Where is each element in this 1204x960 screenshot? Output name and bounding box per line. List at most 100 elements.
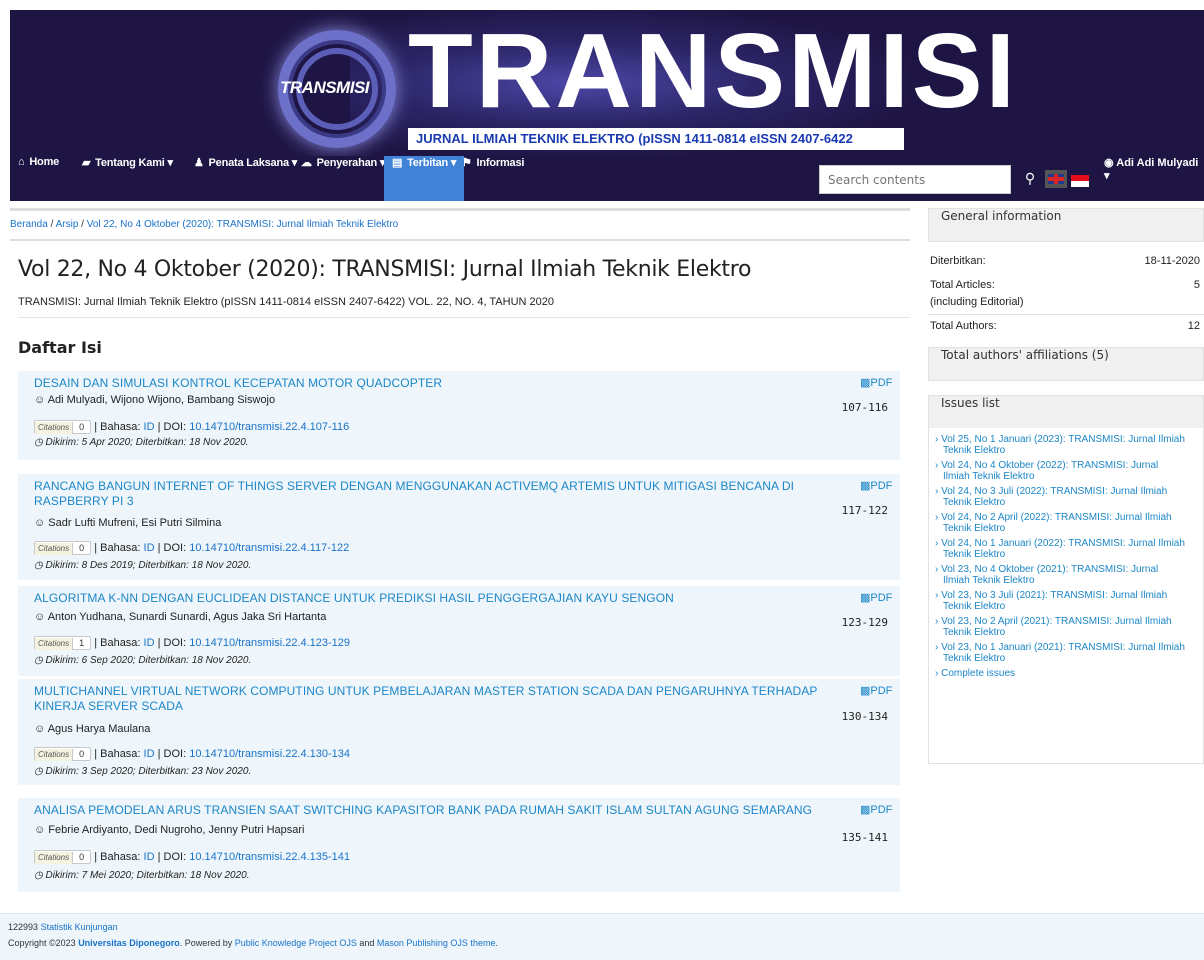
issue-link[interactable]: › Vol 23, No 2 April (2021): TRANSMISI: … — [935, 616, 1185, 638]
nav-editorial[interactable]: ♟ Penata Laksana ▾ — [194, 156, 297, 201]
citations-badge[interactable]: Citations 0 — [34, 541, 92, 555]
user-circle-icon: ◉ — [1104, 157, 1114, 169]
theme-link[interactable]: Mason Publishing OJS theme — [377, 938, 496, 948]
nav-issues[interactable]: ▤ Terbitan ▾ — [384, 156, 465, 201]
article-dates-text: Dikirim: 7 Mei 2020; Diterbitkan: 18 Nov… — [45, 870, 250, 881]
citations-count: 0 — [79, 422, 85, 432]
pdf-link[interactable]: ▩PDF — [860, 479, 892, 492]
pdf-link[interactable]: ▩PDF — [860, 684, 892, 697]
article-item: ALGORITMA K-NN DENGAN EUCLIDEAN DISTANCE… — [18, 586, 900, 676]
breadcrumb-home[interactable]: Beranda — [10, 219, 48, 230]
issue-link[interactable]: › Vol 25, No 1 Januari (2023): TRANSMISI… — [935, 434, 1185, 456]
pdf-icon: ▩ — [860, 685, 871, 697]
english-flag-icon[interactable] — [1045, 170, 1067, 188]
search-icon[interactable]: ⚲ — [1019, 165, 1041, 193]
doi-link[interactable]: 10.14710/transmisi.22.4.123-129 — [189, 637, 350, 649]
issue-link[interactable]: › Vol 23, No 4 Oktober (2021): TRANSMISI… — [935, 564, 1185, 586]
doi-label: | DOI: — [157, 850, 187, 863]
pdf-icon: ▩ — [860, 804, 871, 816]
article-dates: ◷ Dikirim: 3 Sep 2020; Diterbitkan: 23 N… — [34, 766, 251, 777]
article-pages: 123-129 — [841, 616, 888, 629]
pdf-label: PDF — [870, 685, 893, 697]
complete-issues-link[interactable]: › Complete issues — [935, 668, 1185, 679]
article-dates-text: Dikirim: 6 Sep 2020; Diterbitkan: 18 Nov… — [45, 655, 252, 666]
stats-link[interactable]: Statistik Kunjungan — [41, 922, 118, 932]
pdf-link[interactable]: ▩PDF — [860, 803, 892, 816]
language-link[interactable]: ID — [144, 748, 155, 760]
language-label: | Bahasa: — [94, 747, 141, 760]
indonesia-flag-icon[interactable] — [1071, 175, 1089, 187]
issue-link[interactable]: › Vol 24, No 1 Januari (2022): TRANSMISI… — [935, 538, 1185, 560]
pdf-link[interactable]: ▩PDF — [860, 591, 892, 604]
affiliations-heading: Total authors' affiliations (5) — [929, 348, 1203, 380]
banner-subtitle: JURNAL ILMIAH TEKNIK ELEKTRO (pISSN 1411… — [408, 128, 904, 150]
pkp-link[interactable]: Public Knowledge Project OJS — [235, 938, 357, 948]
doi-link[interactable]: 10.14710/transmisi.22.4.130-134 — [189, 748, 350, 760]
clock-icon: ◷ — [34, 655, 43, 666]
article-authors-text: Febrie Ardiyanto, Dedi Nugroho, Jenny Pu… — [48, 824, 305, 836]
doi-link[interactable]: 10.14710/transmisi.22.4.117-122 — [189, 542, 349, 554]
user-icon: ♟ — [194, 157, 204, 169]
citations-badge[interactable]: Citations 0 — [34, 850, 92, 864]
issue-link[interactable]: › Vol 23, No 1 Januari (2021): TRANSMISI… — [935, 642, 1185, 664]
home-icon: ⌂ — [18, 156, 25, 168]
issues-list-heading: Issues list — [929, 396, 1203, 428]
main-navbar: ⌂ Home ▰ Tentang Kami ▾ ♟ Penata Laksana… — [10, 156, 1204, 201]
citations-badge[interactable]: Citations 0 — [34, 747, 92, 761]
article-title[interactable]: ANALISA PEMODELAN ARUS TRANSIEN SAAT SWI… — [34, 803, 824, 818]
nav-about-label: Tentang Kami — [95, 157, 165, 169]
language-link[interactable]: ID — [144, 637, 155, 649]
article-authors: ☺ Sadr Lufti Mufreni, Esi Putri Silmina — [34, 517, 221, 529]
issue-link[interactable]: › Vol 23, No 3 Juli (2021): TRANSMISI: J… — [935, 590, 1185, 612]
citations-label: Citations — [35, 422, 74, 434]
citations-label: Citations — [35, 749, 74, 761]
citations-label: Citations — [35, 852, 74, 864]
nav-issues-label: Terbitan — [407, 157, 449, 169]
nav-home-label: Home — [29, 156, 60, 168]
doi-link[interactable]: 10.14710/transmisi.22.4.135-141 — [189, 851, 350, 863]
nav-about[interactable]: ▰ Tentang Kami ▾ — [82, 156, 173, 201]
affiliations-block[interactable]: Total authors' affiliations (5) — [928, 347, 1204, 381]
language-link[interactable]: ID — [144, 542, 155, 554]
journal-banner[interactable]: TRANSMISI TRANSMISI JURNAL ILMIAH TEKNIK… — [10, 10, 1204, 156]
pdf-label: PDF — [870, 377, 893, 389]
nav-info[interactable]: ⚑ Informasi — [462, 156, 524, 201]
university-link[interactable]: Universitas Diponegoro — [78, 938, 180, 948]
doi-link[interactable]: 10.14710/transmisi.22.4.107-116 — [189, 421, 349, 433]
total-articles-note: (including Editorial) — [930, 296, 1024, 308]
nav-home[interactable]: ⌂ Home — [18, 156, 59, 201]
citations-badge[interactable]: Citations 0 — [34, 420, 92, 434]
article-authors: ☺ Anton Yudhana, Sunardi Sunardi, Agus J… — [34, 611, 326, 623]
article-dates: ◷ Dikirim: 5 Apr 2020; Diterbitkan: 18 N… — [34, 437, 249, 448]
cloud-upload-icon: ☁ — [301, 157, 312, 169]
citations-badge[interactable]: Citations 1 — [34, 636, 92, 650]
pdf-icon: ▩ — [860, 480, 871, 492]
published-value: 18-11-2020 — [1144, 255, 1200, 267]
user-outline-icon: ☺ — [34, 611, 46, 623]
article-authors-text: Anton Yudhana, Sunardi Sunardi, Agus Jak… — [47, 611, 327, 623]
article-title[interactable]: RANCANG BANGUN INTERNET OF THINGS SERVER… — [34, 479, 824, 509]
copyright-prefix: Copyright ©2023 — [8, 938, 76, 948]
language-link[interactable]: ID — [144, 421, 155, 433]
powered-by-text: . Powered by — [179, 938, 233, 948]
caret-down-icon: ▾ — [291, 157, 298, 169]
clock-icon: ◷ — [34, 560, 43, 571]
pdf-icon: ▩ — [860, 592, 871, 604]
nav-submission[interactable]: ☁ Penyerahan ▾ — [301, 156, 385, 201]
article-title[interactable]: MULTICHANNEL VIRTUAL NETWORK COMPUTING U… — [34, 684, 824, 714]
breadcrumb-archive[interactable]: Arsip — [56, 219, 79, 230]
article-title[interactable]: DESAIN DAN SIMULASI KONTROL KECEPATAN MO… — [34, 376, 824, 391]
breadcrumb-current[interactable]: Vol 22, No 4 Oktober (2020): TRANSMISI: … — [87, 219, 398, 230]
language-link[interactable]: ID — [144, 851, 155, 863]
issue-link[interactable]: › Vol 24, No 3 Juli (2022): TRANSMISI: J… — [935, 486, 1185, 508]
pdf-link[interactable]: ▩PDF — [860, 376, 892, 389]
issue-link[interactable]: › Vol 24, No 4 Oktober (2022): TRANSMISI… — [935, 460, 1185, 482]
citations-count: 0 — [79, 543, 85, 553]
user-menu[interactable]: ◉ Adi Adi Mulyadi ▾ — [1104, 156, 1204, 201]
issue-link[interactable]: › Vol 24, No 2 April (2022): TRANSMISI: … — [935, 512, 1185, 534]
search-input[interactable] — [819, 165, 1011, 194]
doi-label: | DOI: — [157, 420, 187, 433]
period-text: . — [495, 938, 498, 948]
banner-logo-text: TRANSMISI — [280, 78, 370, 97]
article-title[interactable]: ALGORITMA K-NN DENGAN EUCLIDEAN DISTANCE… — [34, 591, 824, 606]
